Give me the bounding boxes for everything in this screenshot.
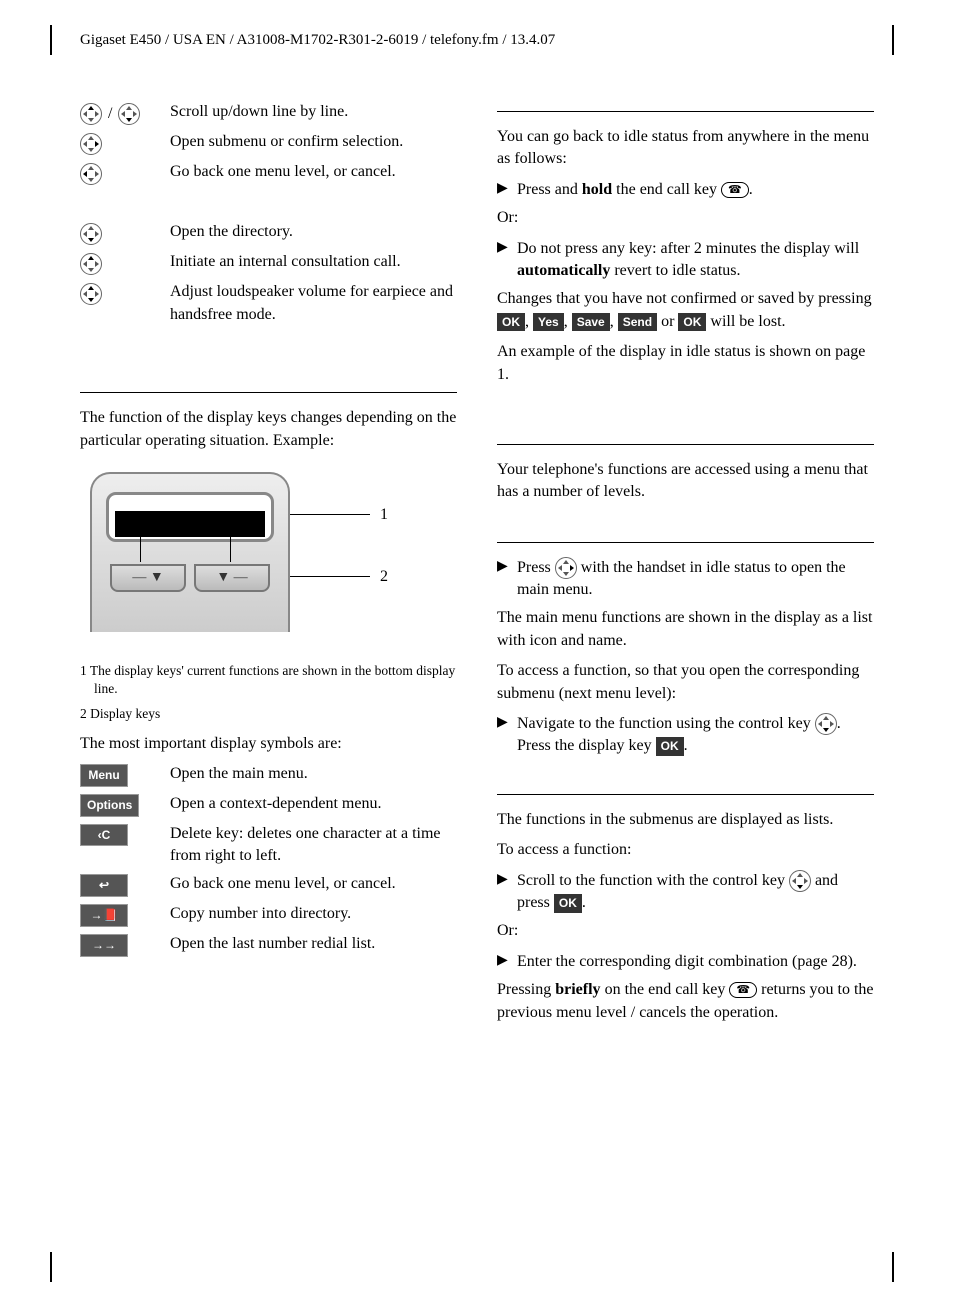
soft-key-right: ▼ — xyxy=(194,564,270,592)
diagram-label-1: 1 xyxy=(380,504,388,526)
display-keys-diagram: — ▼ ▼ — 1 2 xyxy=(80,472,457,652)
diagram-label-2: 2 xyxy=(380,566,388,588)
send-badge: Send xyxy=(618,313,657,332)
ok-badge: OK xyxy=(656,737,684,756)
bullet-icon: ▶ xyxy=(497,238,517,283)
control-down-icon xyxy=(118,103,140,125)
slash: / xyxy=(106,103,114,125)
control-down-icon xyxy=(80,223,102,245)
nav-desc: Go back one menu level, or cancel. xyxy=(170,161,457,185)
submenu-digit: Enter the corresponding digit combinatio… xyxy=(517,951,874,973)
main-menu-nav: Navigate to the function using the contr… xyxy=(517,713,874,758)
delete-badge: ‹C xyxy=(80,824,128,847)
options-badge: Options xyxy=(80,794,139,817)
changes-warning: Changes that you have not confirmed or s… xyxy=(497,288,874,333)
symbol-desc: Delete key: deletes one character at a t… xyxy=(170,823,457,868)
bullet-icon: ▶ xyxy=(497,713,517,758)
left-column: / Scroll up/down line by line. Open subm… xyxy=(80,101,457,1032)
submenu-cancel: Pressing briefly on the end call key ☎ r… xyxy=(497,979,874,1024)
ok-badge: OK xyxy=(497,313,525,332)
save-badge: Save xyxy=(572,313,610,332)
ok-badge: OK xyxy=(678,313,706,332)
section-rule xyxy=(497,794,874,795)
nav-desc: Open submenu or confirm selection. xyxy=(170,131,457,155)
control-updown-icon xyxy=(80,283,102,305)
main-menu-p1: The main menu functions are shown in the… xyxy=(497,607,874,652)
section-rule xyxy=(497,542,874,543)
bullet-icon: ▶ xyxy=(497,557,517,602)
crop-mark xyxy=(50,1252,52,1282)
example-ref: An example of the display in idle status… xyxy=(497,341,874,386)
back-badge: ↩ xyxy=(80,874,128,897)
menu-badge: Menu xyxy=(80,764,128,787)
symbol-desc: Open the last number redial list. xyxy=(170,933,457,957)
bullet-icon: ▶ xyxy=(497,870,517,915)
control-key-icon xyxy=(789,870,811,892)
end-call-key-icon: ☎ xyxy=(729,982,757,998)
yes-badge: Yes xyxy=(533,313,564,332)
nav-desc: Open the directory. xyxy=(170,221,457,245)
symbol-desc: Copy number into directory. xyxy=(170,903,457,927)
bullet-icon: ▶ xyxy=(497,951,517,973)
symbol-desc: Go back one menu level, or cancel. xyxy=(170,873,457,897)
idle-intro: You can go back to idle status from anyw… xyxy=(497,126,874,171)
control-key-icon xyxy=(555,557,577,579)
submenu-access: To access a function: xyxy=(497,839,874,861)
or-label: Or: xyxy=(497,207,874,229)
nav-desc: Initiate an internal consultation call. xyxy=(170,251,457,275)
control-left-icon xyxy=(80,163,102,185)
diagram-caption-2: 2 Display keys xyxy=(80,705,457,723)
section-rule xyxy=(497,111,874,112)
section-rule xyxy=(80,392,457,393)
nav-desc: Adjust loudspeaker volume for earpiece a… xyxy=(170,281,457,326)
submenu-scroll: Scroll to the function with the control … xyxy=(517,870,874,915)
crop-mark xyxy=(892,25,894,55)
page-header: Gigaset E450 / USA EN / A31008-M1702-R30… xyxy=(60,30,894,51)
symbol-desc: Open the main menu. xyxy=(170,763,457,787)
main-menu-step: Press with the handset in idle status to… xyxy=(517,557,874,602)
diagram-caption-1: 1 The display keys' current functions ar… xyxy=(80,662,457,697)
display-keys-intro: The function of the display keys changes… xyxy=(80,407,457,452)
control-up-icon xyxy=(80,103,102,125)
or-label: Or: xyxy=(497,920,874,942)
crop-mark xyxy=(50,25,52,55)
soft-key-left: — ▼ xyxy=(110,564,186,592)
idle-step-1: Press and hold the end call key ☎. xyxy=(517,179,874,201)
right-column: You can go back to idle status from anyw… xyxy=(497,101,874,1032)
nav-desc: Scroll up/down line by line. xyxy=(170,101,457,125)
idle-step-2: Do not press any key: after 2 minutes th… xyxy=(517,238,874,283)
crop-mark xyxy=(892,1252,894,1282)
bullet-icon: ▶ xyxy=(497,179,517,201)
ok-badge: OK xyxy=(554,894,582,913)
control-key-icon xyxy=(815,713,837,735)
menu-intro: Your telephone's functions are accessed … xyxy=(497,459,874,504)
section-rule xyxy=(497,444,874,445)
control-up-icon xyxy=(80,253,102,275)
end-call-key-icon: ☎ xyxy=(721,182,749,198)
symbol-desc: Open a context-dependent menu. xyxy=(170,793,457,817)
redial-badge: →→ xyxy=(80,934,128,957)
symbols-intro: The most important display symbols are: xyxy=(80,733,457,755)
copy-badge: →📕 xyxy=(80,904,128,927)
submenu-intro: The functions in the submenus are displa… xyxy=(497,809,874,831)
control-right-icon xyxy=(80,133,102,155)
main-menu-p2: To access a function, so that you open t… xyxy=(497,660,874,705)
